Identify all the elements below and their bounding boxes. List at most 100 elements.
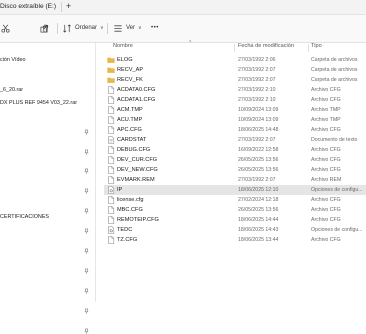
file-name: DEV_CUR.CFG: [117, 156, 158, 163]
sidebar-item[interactable]: CERTIFICACIONES: [0, 214, 49, 220]
pin-icon[interactable]: [84, 188, 89, 194]
file-row[interactable]: EVMARK.REM 27/03/1992 2:07 Archivo REM: [104, 175, 366, 185]
file-name: MBC.CFG: [117, 206, 143, 213]
file-row[interactable]: CARDSTAT 27/03/1992 2:07 Documento de text…: [104, 135, 366, 145]
file-date: 27/03/1992 2:07: [238, 136, 276, 143]
file-name: ACDATA0.CFG: [117, 86, 156, 93]
file-icon: [107, 166, 115, 174]
file-type: Carpeta de archivos: [311, 56, 358, 63]
pin-icon[interactable]: [84, 208, 89, 214]
file-list: Nombre ^ Fecha de modificación Tipo ELOG…: [96, 40, 366, 302]
file-name: IP: [117, 186, 123, 193]
file-row[interactable]: DEV_CUR.CFG 26/05/2025 13:56 Archivo CFG: [104, 155, 366, 165]
file-date: 18/06/2025 13:44: [238, 236, 279, 243]
file-row[interactable]: DEV_NEW.CFG 26/05/2025 13:56 Archivo CFG: [104, 165, 366, 175]
sort-icon: [63, 23, 71, 33]
sidebar-item[interactable]: _6_20.rar: [0, 87, 23, 93]
file-row[interactable]: ACDATA1.CFG 27/03/1992 2:10 Archivo CFG: [104, 95, 366, 105]
file-row[interactable]: ACDATA0.CFG 27/03/1992 2:10 Archivo CFG: [104, 85, 366, 95]
file-row[interactable]: ELOG 27/03/1992 2:06 Carpeta de archivos: [104, 55, 366, 65]
column-divider[interactable]: [308, 44, 309, 52]
file-row[interactable]: MBC.CFG 26/05/2025 13:56 Archivo CFG: [104, 205, 366, 215]
file-icon: [107, 146, 115, 154]
navigation-pane: ción Vídeo _6_20.rar DX PLUS REF 9454 V0…: [0, 43, 96, 334]
file-icon: [107, 96, 115, 104]
file-icon: [107, 156, 115, 164]
pin-icon[interactable]: [84, 129, 89, 135]
new-tab-button[interactable]: +: [66, 1, 71, 11]
file-name: RECV_AP: [117, 66, 144, 73]
text-file-icon: [107, 136, 115, 144]
file-row[interactable]: DEBUG.CFG 16/09/2022 12:58 Archivo CFG: [104, 145, 366, 155]
file-type: Opciones de configu...: [311, 226, 363, 233]
file-date: 27/03/1992 2:10: [238, 86, 276, 93]
trash-icon: [42, 24, 49, 32]
file-row[interactable]: IP 18/06/2025 12:10 Opciones de configu...: [104, 185, 366, 195]
file-row[interactable]: TEDC 18/06/2025 14:43 Opciones de configu.…: [104, 225, 366, 235]
toolbar-divider: [57, 23, 58, 34]
file-name: ACU.TMP: [117, 116, 143, 123]
settings-file-icon: [107, 226, 115, 234]
file-type: Archivo CFG: [311, 196, 341, 203]
file-type: Archivo CFG: [311, 96, 341, 103]
file-date: 18/06/2025 14:44: [238, 216, 279, 223]
file-type: Archivo CFG: [311, 146, 341, 153]
file-type: Archivo CFG: [311, 126, 341, 133]
column-name-label: Nombre: [113, 43, 133, 49]
sort-arrow-icon: ^: [189, 40, 192, 46]
cut-icon: [1, 24, 10, 33]
tab-separator: [61, 2, 62, 12]
file-row[interactable]: APC.CFG 18/06/2025 14:48 Archivo CFG: [104, 125, 366, 135]
file-name: DEV_NEW.CFG: [117, 166, 158, 173]
chevron-down-icon: ∨: [138, 25, 142, 31]
file-date: 27/03/1992 2:06: [238, 56, 276, 63]
column-header-type[interactable]: Tipo: [311, 43, 361, 53]
column-header-name[interactable]: Nombre ^: [113, 40, 233, 53]
file-name: ACDATA1.CFG: [117, 96, 156, 103]
cut-button[interactable]: [1, 22, 10, 34]
pin-icon[interactable]: [84, 248, 89, 254]
file-name: ELOG: [117, 56, 133, 63]
file-date: 27/02/2024 12:18: [238, 196, 279, 203]
file-name: RECV_FK: [117, 76, 143, 83]
pin-icon[interactable]: [84, 149, 89, 155]
pin-icon[interactable]: [84, 288, 89, 294]
file-row[interactable]: TZ.CFG 18/06/2025 13:44 Archivo CFG: [104, 235, 366, 245]
file-date: 27/03/1992 2:07: [238, 76, 276, 83]
file-icon: [107, 126, 115, 134]
sidebar-item[interactable]: DX PLUS REF 9454 V03_22.rar: [0, 100, 77, 106]
view-button[interactable]: Ver ∨: [113, 22, 142, 34]
more-options-button[interactable]: •••: [151, 22, 159, 34]
file-type: Archivo REM: [311, 176, 342, 183]
delete-button[interactable]: [41, 22, 50, 34]
pin-icon[interactable]: [84, 168, 89, 174]
file-type: Documento de texto: [311, 136, 358, 143]
file-name: TZ.CFG: [117, 236, 138, 243]
file-type: Archivo TMP: [311, 106, 341, 113]
column-type-label: Tipo: [311, 43, 322, 49]
file-row[interactable]: RECV_AP 27/03/1992 2:07 Carpeta de archivo…: [104, 65, 366, 75]
file-row[interactable]: REMOTEIP.CFG 18/06/2025 14:44 Archivo CFG: [104, 215, 366, 225]
pin-icon[interactable]: [84, 268, 89, 274]
folder-icon: [107, 66, 115, 74]
pin-icon[interactable]: [84, 308, 89, 314]
sort-button[interactable]: Ordenar ∨: [62, 22, 104, 34]
file-row[interactable]: RECV_FK 27/03/1992 2:07 Carpeta de archivo…: [104, 75, 366, 85]
file-icon: [107, 216, 115, 224]
file-row[interactable]: license.cfg 27/02/2024 12:18 Archivo CFG: [104, 195, 366, 205]
file-type: Archivo CFG: [311, 216, 341, 223]
file-type: Archivo TMP: [311, 116, 341, 123]
command-bar: Ordenar ∨ Ver ∨ •••: [0, 15, 366, 43]
sidebar-item[interactable]: ción Vídeo: [0, 57, 25, 63]
file-row[interactable]: ACM.TMP 10/09/2024 13:09 Archivo TMP: [104, 105, 366, 115]
file-icon: [107, 176, 115, 184]
file-icon: [107, 116, 115, 124]
column-divider[interactable]: [234, 44, 235, 52]
file-type: Archivo CFG: [311, 86, 341, 93]
column-header-date[interactable]: Fecha de modificación: [238, 43, 308, 53]
pin-icon[interactable]: [84, 228, 89, 234]
file-type: Archivo CFG: [311, 166, 341, 173]
pin-icon[interactable]: [84, 328, 89, 334]
file-row[interactable]: ACU.TMP 10/09/2024 13:09 Archivo TMP: [104, 115, 366, 125]
file-icon: [107, 236, 115, 244]
